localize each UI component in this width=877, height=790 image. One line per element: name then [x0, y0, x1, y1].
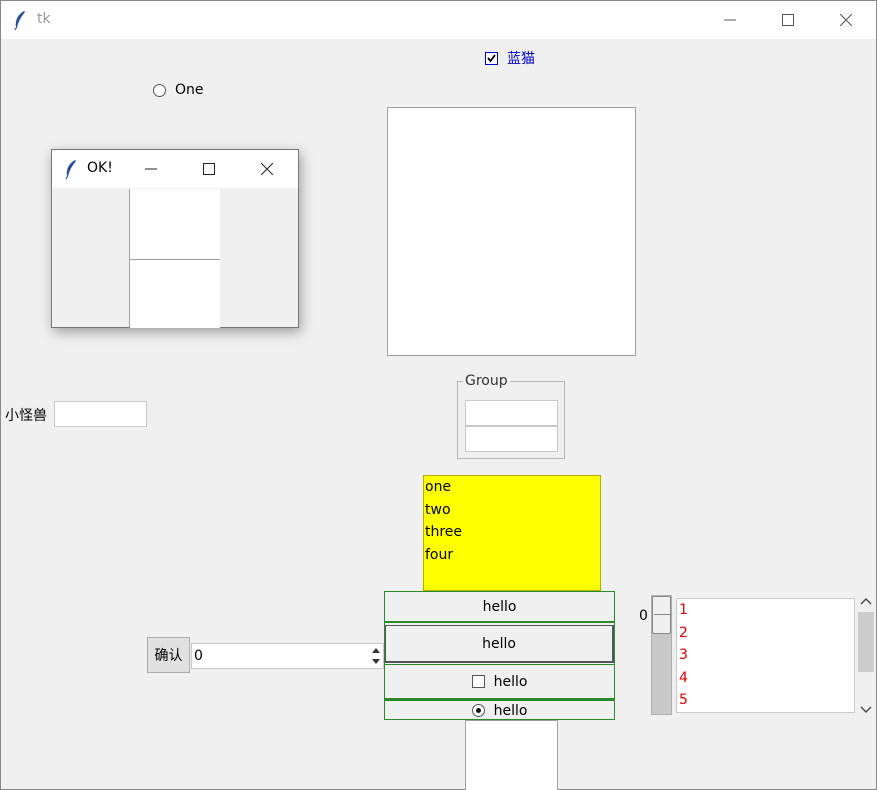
minimize-icon	[145, 168, 157, 170]
hello-checkbox[interactable]: hello	[385, 664, 614, 701]
list-item[interactable]: 4	[677, 667, 854, 690]
popup-minimize-button[interactable]	[128, 154, 174, 184]
group-entry-1[interactable]	[465, 400, 558, 426]
scrollbar-thumb[interactable]	[858, 612, 874, 672]
scroll-up-icon[interactable]	[856, 595, 876, 609]
hello-radio-label: hello	[493, 702, 528, 719]
popup-canvas-1[interactable]	[129, 189, 220, 259]
list-item[interactable]: 1	[677, 599, 854, 622]
maximize-button[interactable]	[765, 5, 811, 35]
radio-label: One	[175, 82, 204, 98]
feather-icon	[13, 10, 27, 34]
maximize-icon	[203, 163, 215, 175]
list-item[interactable]: one	[424, 476, 600, 499]
popup-title-bar[interactable]: OK!	[52, 150, 298, 188]
minimize-icon	[724, 19, 736, 21]
radio-one[interactable]: One	[153, 82, 204, 98]
radio-circle[interactable]	[153, 83, 166, 97]
window-title: tk	[37, 11, 51, 27]
maximize-icon	[782, 14, 794, 26]
canvas-area[interactable]	[387, 107, 636, 356]
bottom-canvas[interactable]	[465, 720, 558, 790]
spinbox-value: 0	[194, 648, 203, 664]
title-bar[interactable]: tk	[1, 1, 876, 39]
popup-close-button[interactable]	[244, 154, 290, 184]
minimize-button[interactable]	[707, 5, 753, 35]
hello-checkbox-label: hello	[493, 673, 528, 690]
main-window: tk 蓝猫 One 小怪兽 Group one two three four h…	[0, 0, 877, 790]
list-item[interactable]: two	[424, 499, 600, 522]
close-icon	[261, 163, 273, 175]
hello-checkbox-box[interactable]	[471, 675, 485, 688]
list-item[interactable]: three	[424, 521, 600, 544]
list-item[interactable]: 3	[677, 644, 854, 667]
hello-radio-circle[interactable]	[471, 704, 485, 717]
confirm-button[interactable]: 确认	[147, 637, 190, 673]
scale-slider[interactable]	[652, 596, 671, 634]
close-icon	[840, 14, 852, 26]
spin-down-icon[interactable]	[369, 656, 383, 668]
list-item[interactable]: four	[424, 544, 600, 567]
name-entry[interactable]	[54, 401, 147, 427]
hello-button-2[interactable]: hello	[385, 625, 614, 663]
hello-radio[interactable]: hello	[385, 702, 614, 719]
checkbox-label: 蓝猫	[507, 51, 535, 67]
spinbox[interactable]: 0	[191, 643, 384, 669]
spinbox-arrows[interactable]	[369, 644, 383, 668]
checkbox-box[interactable]	[485, 51, 498, 65]
yellow-listbox[interactable]: one two three four	[423, 475, 601, 591]
popup-title: OK!	[87, 160, 113, 176]
spin-up-icon[interactable]	[369, 644, 383, 656]
vertical-scrollbar[interactable]	[856, 595, 876, 719]
popup-maximize-button[interactable]	[186, 154, 232, 184]
hello-frame: hello hello hello hello	[384, 591, 615, 720]
close-button[interactable]	[823, 5, 869, 35]
hello-button-1[interactable]: hello	[385, 592, 614, 623]
hello-button-1-label: hello	[482, 598, 517, 615]
hello-button-2-label: hello	[482, 635, 516, 652]
number-listbox[interactable]: 1 2 3 4 5	[676, 598, 855, 713]
entry-label: 小怪兽	[5, 408, 47, 424]
checkmark-icon	[487, 53, 496, 62]
popup-feather-icon	[64, 159, 78, 183]
scroll-down-icon[interactable]	[856, 703, 876, 717]
confirm-button-label: 确认	[154, 648, 183, 664]
list-item[interactable]: 2	[677, 622, 854, 645]
group-label: Group	[463, 373, 510, 389]
blue-cat-checkbox[interactable]: 蓝猫	[485, 48, 535, 68]
popup-canvas-2[interactable]	[129, 259, 220, 328]
ok-popup-window: OK!	[51, 149, 299, 328]
group-entry-2[interactable]	[465, 426, 558, 452]
scale-trough[interactable]	[651, 595, 672, 715]
list-item[interactable]: 5	[677, 689, 854, 712]
scale-value: 0	[639, 608, 648, 624]
